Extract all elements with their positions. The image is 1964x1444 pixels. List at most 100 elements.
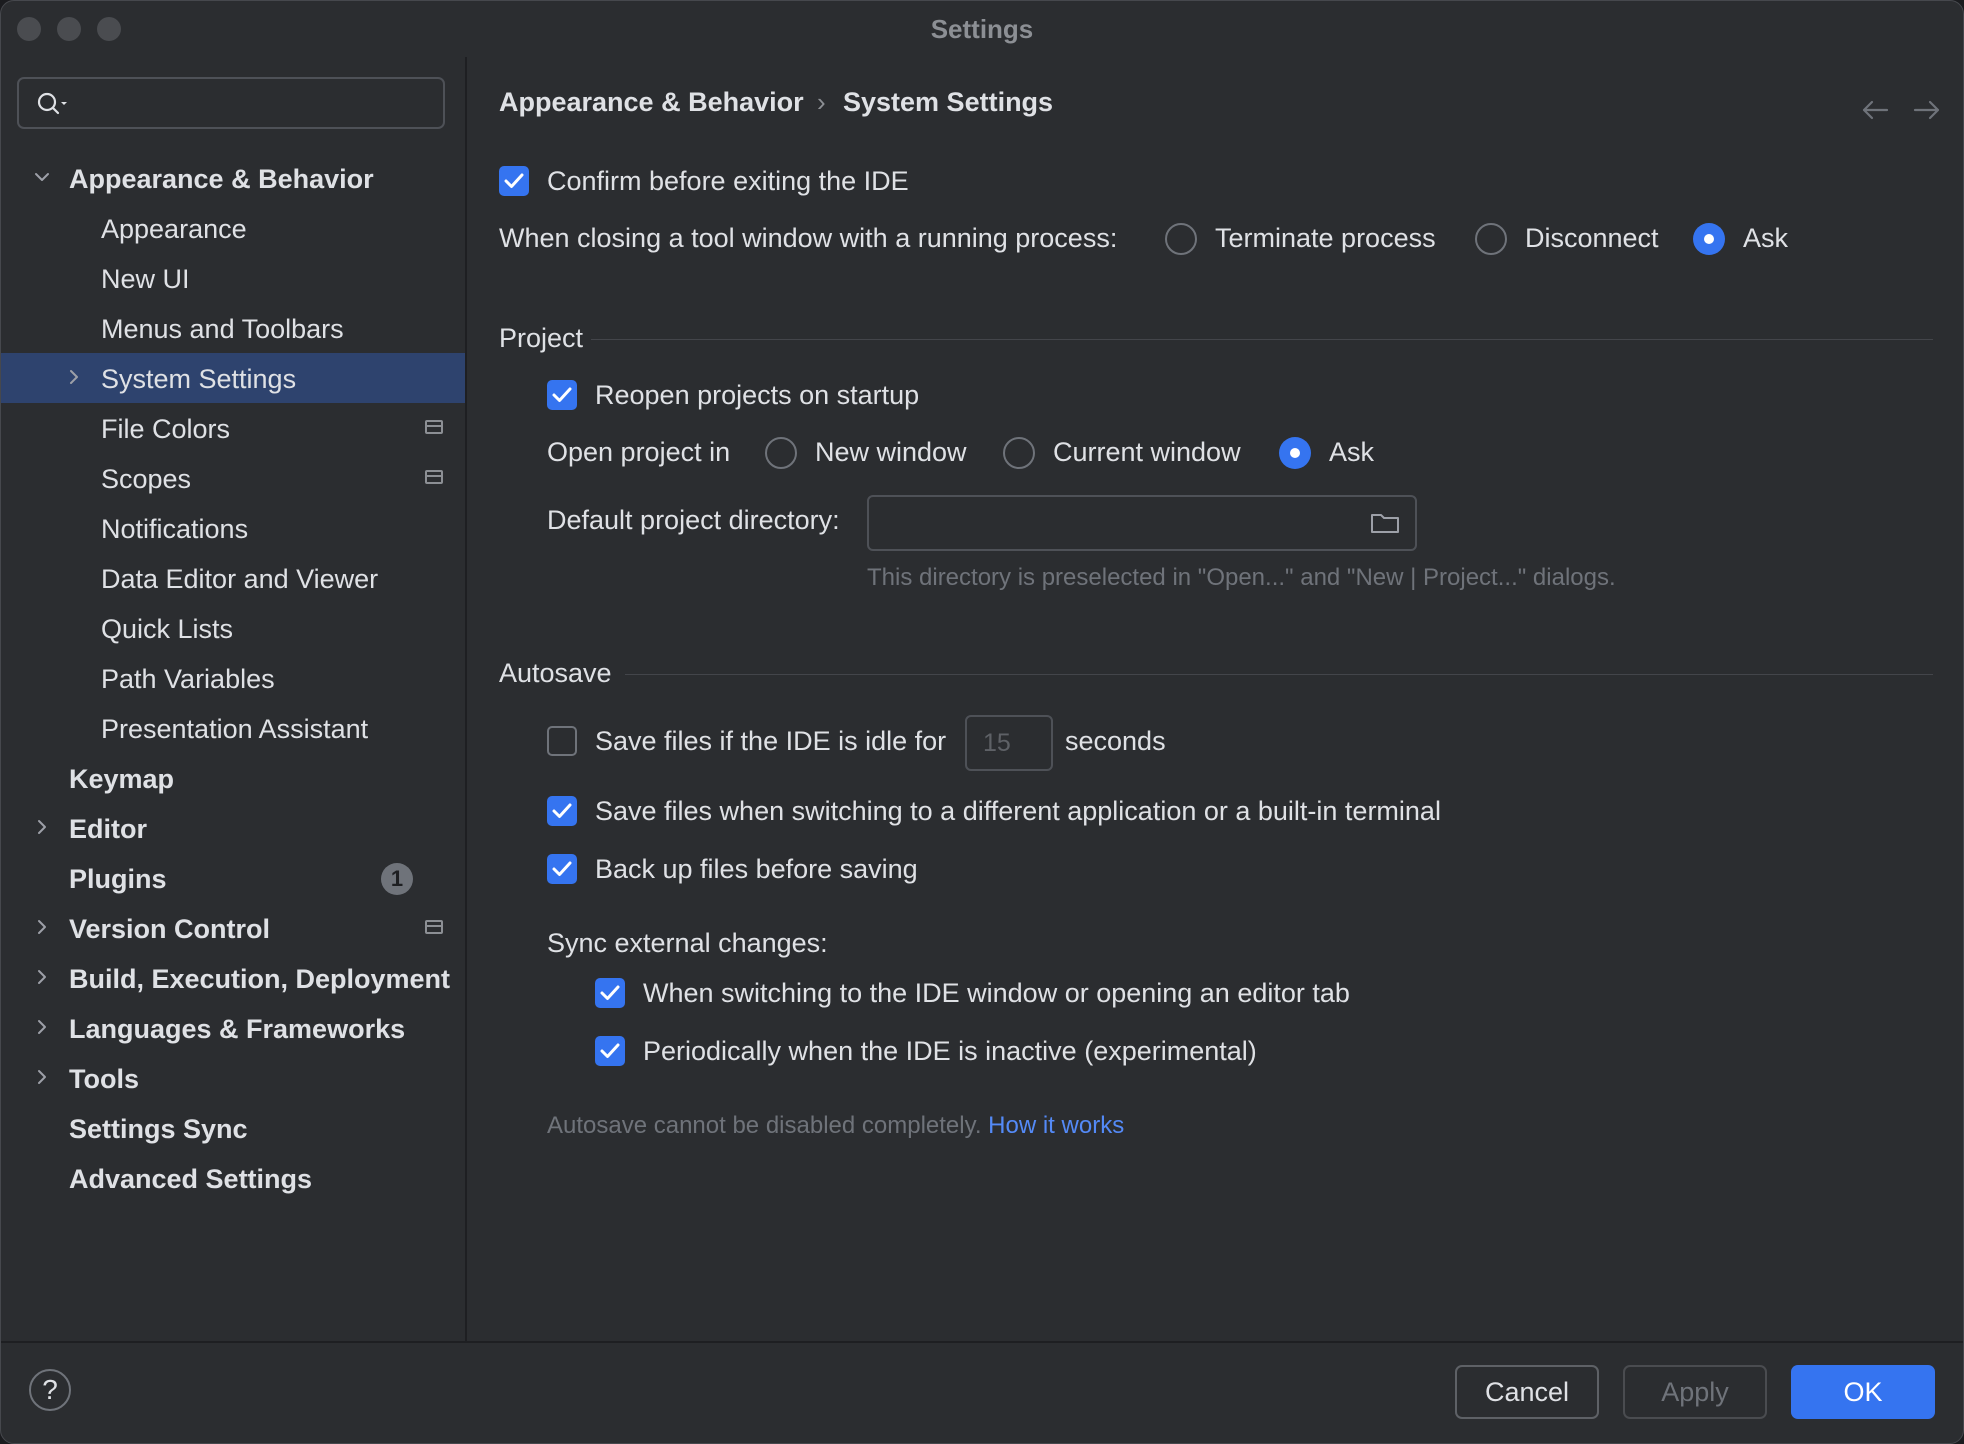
reopen-projects-checkbox[interactable] (547, 380, 577, 410)
sidebar-item-label: Version Control (69, 914, 270, 945)
cancel-button[interactable]: Cancel (1455, 1365, 1599, 1419)
closing-process-label: When closing a tool window with a runnin… (499, 223, 1117, 254)
idle-seconds-value: 15 (983, 729, 1011, 758)
sidebar-item-advanced-settings[interactable]: Advanced Settings (1, 1153, 465, 1203)
sidebar-item-system-settings[interactable]: System Settings (1, 353, 465, 403)
sidebar-item-menus-and-toolbars[interactable]: Menus and Toolbars (1, 303, 465, 353)
checkmark-icon (547, 796, 577, 826)
sidebar-item-data-editor-and-viewer[interactable]: Data Editor and Viewer (1, 553, 465, 603)
sidebar-item-new-ui[interactable]: New UI (1, 253, 465, 303)
reopen-projects-label: Reopen projects on startup (595, 380, 919, 411)
new-window-radio[interactable] (765, 437, 797, 469)
sidebar-item-file-colors[interactable]: File Colors (1, 403, 465, 453)
sidebar-item-appearance[interactable]: Appearance (1, 203, 465, 253)
chevron-right-icon[interactable] (31, 916, 53, 938)
default-project-directory-label: Default project directory: (547, 505, 840, 536)
sync-external-changes-label: Sync external changes: (547, 928, 828, 959)
project-section-divider (591, 339, 1933, 340)
idle-seconds-unit: seconds (1065, 726, 1166, 757)
sidebar-item-appearance-behavior[interactable]: Appearance & Behavior (1, 153, 465, 203)
search-input[interactable] (17, 77, 445, 129)
sidebar-item-label: Notifications (101, 514, 248, 545)
forward-arrow-icon[interactable] (1913, 99, 1941, 121)
confirm-exit-checkbox[interactable] (499, 166, 529, 196)
sidebar-item-label: Tools (69, 1064, 139, 1095)
checkmark-icon (595, 1036, 625, 1066)
chevron-right-icon[interactable] (31, 966, 53, 988)
ask-open-project-radio[interactable] (1279, 437, 1311, 469)
folder-icon[interactable] (1369, 509, 1401, 537)
sidebar-item-label: Keymap (69, 764, 174, 795)
sidebar-item-label: Data Editor and Viewer (101, 564, 378, 595)
breadcrumb-parent[interactable]: Appearance & Behavior (499, 87, 804, 118)
sidebar-item-settings-sync[interactable]: Settings Sync (1, 1103, 465, 1153)
save-idle-label: Save files if the IDE is idle for (595, 726, 946, 757)
breadcrumb-separator: › (817, 87, 826, 118)
autosave-note-text: Autosave cannot be disabled completely. (547, 1112, 982, 1139)
checkmark-icon (595, 978, 625, 1008)
sidebar-item-languages-frameworks[interactable]: Languages & Frameworks (1, 1003, 465, 1053)
backup-files-checkbox[interactable] (547, 854, 577, 884)
chevron-right-icon[interactable] (31, 1066, 53, 1088)
help-button[interactable]: ? (29, 1369, 71, 1411)
title-bar: Settings (1, 1, 1963, 57)
checkmark-icon (547, 380, 577, 410)
sidebar-item-keymap[interactable]: Keymap (1, 753, 465, 803)
save-idle-checkbox[interactable] (547, 726, 577, 756)
disconnect-label: Disconnect (1525, 223, 1659, 254)
chevron-right-icon[interactable] (63, 366, 85, 388)
sidebar-item-label: Menus and Toolbars (101, 314, 344, 345)
ask-on-close-label: Ask (1743, 223, 1788, 254)
confirm-exit-label: Confirm before exiting the IDE (547, 166, 909, 197)
sidebar-item-presentation-assistant[interactable]: Presentation Assistant (1, 703, 465, 753)
search-icon (35, 89, 75, 119)
autosave-section-title: Autosave (499, 658, 612, 689)
sync-periodic-checkbox[interactable] (595, 1036, 625, 1066)
page-title: System Settings (843, 87, 1053, 118)
autosave-note: Autosave cannot be disabled completely. … (547, 1112, 1124, 1140)
ask-on-close-radio[interactable] (1693, 223, 1725, 255)
chevron-right-icon[interactable] (31, 1016, 53, 1038)
window-title: Settings (1, 14, 1963, 45)
sidebar-item-label: Languages & Frameworks (69, 1014, 405, 1045)
terminate-process-radio[interactable] (1165, 223, 1197, 255)
sync-on-switch-label: When switching to the IDE window or open… (643, 978, 1350, 1009)
chevron-right-icon[interactable] (31, 816, 53, 838)
terminate-process-label: Terminate process (1215, 223, 1436, 254)
sidebar-item-path-variables[interactable]: Path Variables (1, 653, 465, 703)
sidebar-item-label: Plugins (69, 864, 167, 895)
sidebar-item-editor[interactable]: Editor (1, 803, 465, 853)
sync-on-switch-checkbox[interactable] (595, 978, 625, 1008)
ok-button[interactable]: OK (1791, 1365, 1935, 1419)
sidebar-item-scopes[interactable]: Scopes (1, 453, 465, 503)
sidebar-item-quick-lists[interactable]: Quick Lists (1, 603, 465, 653)
current-window-label: Current window (1053, 437, 1241, 468)
chevron-down-icon[interactable] (31, 166, 53, 188)
save-on-switch-label: Save files when switching to a different… (595, 796, 1441, 827)
current-window-radio[interactable] (1003, 437, 1035, 469)
project-level-icon (425, 420, 443, 434)
sidebar-item-notifications[interactable]: Notifications (1, 503, 465, 553)
default-project-directory-hint: This directory is preselected in "Open..… (867, 564, 1616, 592)
project-level-icon (425, 920, 443, 934)
autosave-section-divider (625, 674, 1933, 675)
apply-button[interactable]: Apply (1623, 1365, 1767, 1419)
back-arrow-icon[interactable] (1861, 99, 1889, 121)
checkmark-icon (547, 854, 577, 884)
sidebar-item-version-control[interactable]: Version Control (1, 903, 465, 953)
sidebar-item-tools[interactable]: Tools (1, 1053, 465, 1103)
sidebar-item-label: Advanced Settings (69, 1164, 312, 1195)
save-on-switch-checkbox[interactable] (547, 796, 577, 826)
sidebar-item-build-execution-deployment[interactable]: Build, Execution, Deployment (1, 953, 465, 1003)
default-project-directory-field[interactable] (867, 495, 1417, 551)
disconnect-radio[interactable] (1475, 223, 1507, 255)
settings-content: Appearance & Behavior › System Settings … (467, 57, 1963, 1343)
sidebar-item-plugins[interactable]: Plugins1 (1, 853, 465, 903)
sidebar-item-label: Quick Lists (101, 614, 233, 645)
settings-sidebar: Appearance & Behavior Appearance New UI Men… (1, 57, 467, 1343)
how-it-works-link[interactable]: How it works (988, 1112, 1124, 1139)
sidebar-item-label: Appearance (101, 214, 247, 245)
sidebar-item-label: New UI (101, 264, 190, 295)
idle-seconds-input[interactable]: 15 (965, 715, 1053, 771)
sidebar-item-label: Presentation Assistant (101, 714, 368, 745)
